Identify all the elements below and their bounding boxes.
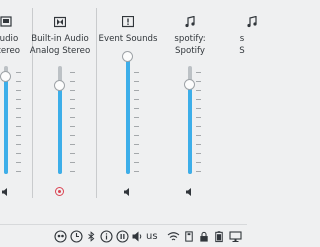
slider-tick	[196, 171, 201, 172]
audio-mixer-panel: Audio Stereo Built-in Audio Analog Stere…	[0, 0, 257, 224]
channel-label: s S	[239, 34, 245, 56]
slider-tick	[70, 99, 75, 100]
channel-label: Audio Stereo	[0, 34, 21, 56]
slider-tick	[16, 126, 21, 127]
slider-tick	[16, 72, 21, 73]
slider-tick	[196, 72, 201, 73]
slider-tick	[16, 162, 21, 163]
slider-tick	[196, 153, 201, 154]
slider-tick	[70, 144, 75, 145]
mute-icon[interactable]	[1, 187, 11, 197]
volume-slider-handle[interactable]	[122, 50, 133, 62]
volume-slider-fill	[126, 56, 130, 174]
channel-label: Built-in Audio Analog Stereo	[29, 34, 91, 56]
mute-icon[interactable]	[123, 187, 133, 197]
slider-tick	[134, 81, 139, 82]
keyboard-layout-label[interactable]: us	[146, 230, 158, 243]
slider-tick	[134, 108, 139, 109]
volume-slider-fill	[4, 76, 8, 174]
speaker-device-icon	[0, 16, 12, 27]
slider-tick	[70, 171, 75, 172]
taskbar: us	[0, 224, 247, 247]
slider-tick	[70, 162, 75, 163]
battery-icon[interactable]	[213, 230, 225, 243]
slider-tick	[16, 135, 21, 136]
slider-tick	[134, 90, 139, 91]
channel-label: Event Sounds	[98, 34, 158, 44]
mute-icon[interactable]	[185, 187, 195, 197]
slider-tick	[70, 90, 75, 91]
music-note-icon	[247, 16, 257, 28]
music-note-icon	[185, 16, 195, 28]
volume-slider-fill	[58, 85, 62, 174]
slider-tick	[16, 171, 21, 172]
channel-spotify: spotify: Spotify	[160, 0, 220, 205]
channel-event-sounds: Event Sounds	[98, 0, 158, 205]
slider-tick	[16, 90, 21, 91]
slider-tick	[134, 144, 139, 145]
slider-tick	[196, 81, 201, 82]
slider-tick	[134, 72, 139, 73]
slider-tick	[16, 117, 21, 118]
channel-spotify-2: s S	[222, 0, 282, 205]
volume-slider-handle[interactable]	[184, 78, 195, 90]
slider-tick	[70, 108, 75, 109]
volume-slider-handle[interactable]	[54, 79, 65, 91]
slider-tick	[196, 135, 201, 136]
slider-tick	[134, 99, 139, 100]
separator	[96, 8, 97, 198]
slider-tick	[134, 117, 139, 118]
info-icon[interactable]	[100, 230, 113, 243]
slider-tick	[70, 72, 75, 73]
channel-built-in-audio: Built-in Audio Analog Stereo	[29, 0, 91, 205]
volume-slider-handle[interactable]	[0, 71, 11, 83]
slider-tick	[70, 135, 75, 136]
slider-tick	[196, 90, 201, 91]
slider-tick	[16, 153, 21, 154]
slider-tick	[196, 162, 201, 163]
channel-audio-stereo: Audio Stereo	[0, 0, 30, 205]
slider-tick	[196, 117, 201, 118]
slider-tick	[16, 81, 21, 82]
slider-tick	[134, 171, 139, 172]
slider-tick	[134, 135, 139, 136]
volume-icon[interactable]	[131, 230, 144, 243]
usb-icon[interactable]	[183, 230, 195, 243]
volume-slider-fill	[188, 84, 192, 174]
steam-icon[interactable]	[54, 230, 67, 243]
slider-tick	[134, 126, 139, 127]
lock-icon[interactable]	[198, 230, 210, 243]
slider-tick	[70, 153, 75, 154]
channel-label: spotify: Spotify	[174, 34, 206, 56]
slider-tick	[134, 153, 139, 154]
record-indicator-icon[interactable]	[55, 187, 64, 196]
bluetooth-icon[interactable]	[86, 230, 97, 243]
slider-tick	[196, 144, 201, 145]
notification-icon	[122, 16, 134, 28]
network-icon[interactable]	[229, 230, 242, 243]
pause-icon[interactable]	[116, 230, 129, 243]
slider-tick	[196, 126, 201, 127]
audio-device-icon	[54, 16, 66, 28]
clock-icon[interactable]	[70, 230, 83, 243]
slider-tick	[70, 126, 75, 127]
slider-tick	[16, 108, 21, 109]
slider-tick	[134, 162, 139, 163]
volume-slider[interactable]	[4, 66, 8, 174]
volume-slider[interactable]	[126, 56, 130, 174]
slider-tick	[16, 144, 21, 145]
slider-tick	[70, 81, 75, 82]
wifi-icon[interactable]	[167, 230, 180, 243]
slider-tick	[196, 108, 201, 109]
slider-tick	[70, 117, 75, 118]
slider-tick	[196, 99, 201, 100]
slider-tick	[16, 99, 21, 100]
